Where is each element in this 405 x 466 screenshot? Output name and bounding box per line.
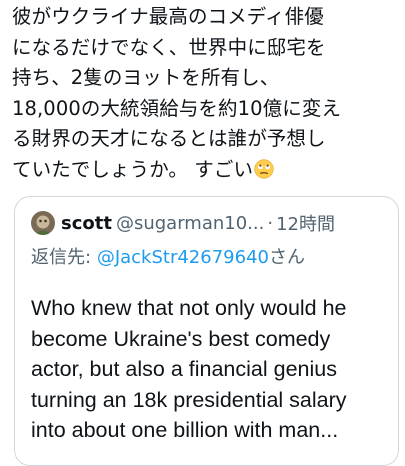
reply-to-line: 返信先: @JackStr42679640さん [31,243,305,269]
post-text-content: 彼がウクライナ最高のコメディ俳優 になるだけでなく、世界中に邸宅を 持ち、2隻の… [12,5,342,181]
quoted-display-name[interactable]: scott [61,213,112,234]
quoted-post-header: scott @sugarman10... · 12時間 [31,211,335,235]
quoted-post-text: Who knew that not only would he become U… [31,296,347,442]
separator-dot: · [267,212,274,234]
quoted-handle[interactable]: @sugarman10... [116,213,264,234]
post-text: 彼がウクライナ最高のコメディ俳優 になるだけでなく、世界中に邸宅を 持ち、2隻の… [12,2,400,185]
reply-to-handle-link[interactable]: @JackStr42679640 [97,247,269,268]
quoted-timestamp[interactable]: 12時間 [276,210,335,236]
user-avatar[interactable] [31,211,55,235]
reply-suffix: さん [268,247,305,268]
reply-prefix: 返信先: [31,247,92,268]
quoted-post-card[interactable]: scott @sugarman10... · 12時間 返信先: @JackSt… [14,196,399,466]
face-with-rolling-eyes-emoji [254,158,274,179]
